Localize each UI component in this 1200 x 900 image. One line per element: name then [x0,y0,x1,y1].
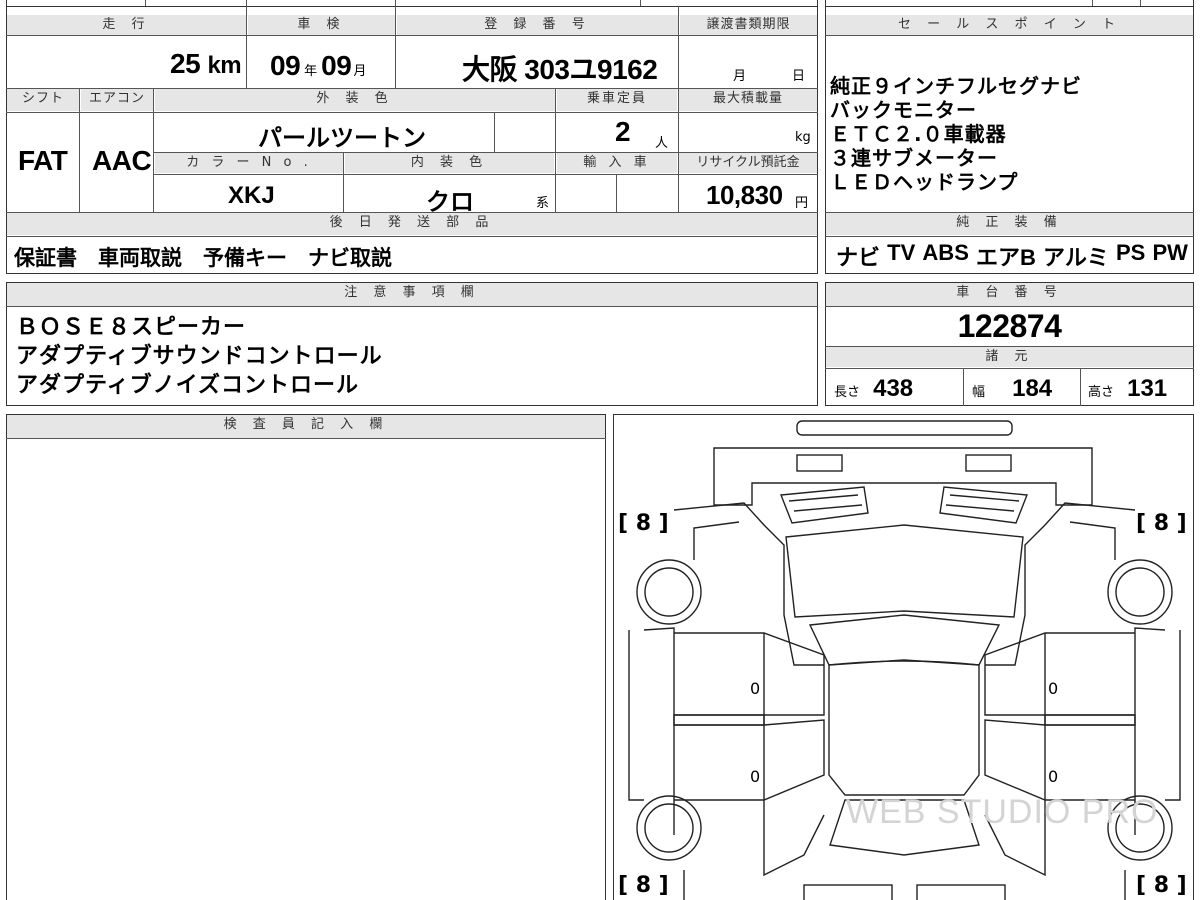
capacity-unit: 人 [655,136,669,151]
header-inspector: 検 査 員 記 入 欄 [7,415,605,438]
header-aircon: エアコン [81,89,153,111]
header-mileage: 走 行 [7,15,246,35]
equipment-item: PW [1152,240,1188,265]
header-exterior-color: 外 装 色 [155,89,555,111]
header-equipment: 純 正 装 備 [826,213,1193,235]
header-later-parts: 後 日 発 送 部 品 [7,213,817,235]
exterior-color-value: パールツートン [258,125,426,152]
deadline-month-unit: 月 [733,69,747,84]
header-registration: 登 録 番 号 [397,15,678,35]
equipment-item: ABS [922,240,969,265]
inspector-box [6,414,606,900]
notes-lines: ＢＯＳＥ８スピーカー アダプティブサウンドコントロール アダプティブノイズコント… [16,313,383,400]
tire-label-rear-left: [ 8 ] [618,873,669,898]
panel-mark: 0 [1048,767,1059,786]
sales-point-item: ３連サブメーター [830,146,998,170]
equipment-item: ナビ [836,245,881,270]
equipment-list: ナビ TV ABS エアB アルミ PS PW [836,240,1188,272]
deadline-day-unit: 日 [792,69,806,84]
color-no-value: XKJ [228,182,275,209]
note-line: ＢＯＳＥ８スピーカー [16,315,247,340]
sales-point-item: バックモニター [830,98,977,122]
tire-label-front-right: [ 8 ] [1136,511,1187,536]
header-transfer-deadline: 譲渡書類期限 [680,15,817,35]
registration-number: 大阪 303ユ9162 [462,54,658,85]
spec-length: 長さ 438 [834,375,914,402]
tire-label-rear-right: [ 8 ] [1136,873,1187,898]
note-line: アダプティブサウンドコントロール [16,344,383,369]
sales-points-list: 純正９インチフルセグナビ バックモニター ＥＴＣ２.０車載器 ３連サブメーター … [830,74,1082,194]
equipment-item: アルミ [1043,245,1109,270]
panel-mark: 0 [1048,679,1059,698]
panel-mark: 0 [750,679,761,698]
sales-point-item: 純正９インチフルセグナビ [830,74,1082,98]
header-chassis: 車 台 番 号 [826,283,1193,306]
equipment-item: PS [1115,240,1146,265]
sales-point-item: ＥＴＣ２.０車載器 [830,122,1007,146]
header-shift: シフト [7,89,79,111]
recycle-fee-value: 10,830 [706,180,783,210]
spec-width: 幅 184 [972,375,1053,402]
header-import: 輸 入 車 [557,153,677,173]
watermark: WEB STUDIO PRO [846,793,1159,831]
header-max-load: 最大積載量 [679,89,817,111]
header-specs: 諸 元 [826,347,1193,367]
chassis-number: 122874 [957,308,1062,344]
header-capacity: 乗車定員 [557,89,677,111]
note-line: アダプティブノイズコントロール [16,373,360,398]
header-recycle-fee: リサイクル預託金 [679,153,817,173]
recycle-fee-unit: 円 [795,196,809,211]
header-sales-points: セ ー ル ス ポ イ ン ト [826,15,1193,35]
interior-color-suffix: 系 [536,196,550,211]
header-color-no: カ ラ ー N o . [155,153,343,173]
shift-value: FAT [18,145,68,176]
equipment-item: TV [887,240,916,265]
max-load-unit: kg [795,130,811,145]
mileage-value: 25 km [170,48,242,79]
spec-height: 高さ 131 [1088,375,1168,402]
panel-mark: 0 [750,767,761,786]
tire-label-front-left: [ 8 ] [618,511,669,536]
header-interior-color: 内 装 色 [345,153,554,173]
equipment-item: エアB [976,245,1036,270]
vehicle-diagram: WEB STUDIO PRO [ 8 ] [ 8 ] [ 8 ] [ 8 ] 0… [613,414,1194,900]
later-parts-value: 保証書 車両取説 予備キー ナビ取説 [14,246,392,270]
header-inspection: 車 検 [248,15,395,35]
inspection-date: 09 年 09 月 [270,50,367,81]
sales-point-item: ＬＥＤヘッドランプ [830,170,1019,194]
header-notes: 注 意 事 項 欄 [7,283,817,306]
aircon-value: AAC [92,145,152,176]
capacity-value: 2 [615,116,631,147]
